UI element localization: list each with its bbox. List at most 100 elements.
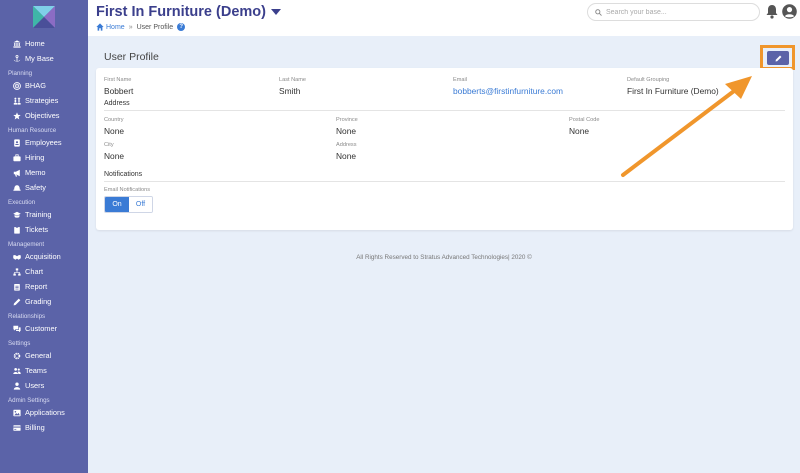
province-field: Province None [336, 117, 358, 136]
sidebar-item-label: General [25, 351, 52, 360]
home-icon [96, 23, 104, 31]
caret-down-icon[interactable] [270, 9, 281, 15]
user-account-icon[interactable] [782, 4, 797, 19]
last-name-value: Smith [279, 86, 301, 96]
search-input[interactable] [606, 8, 756, 16]
country-label: Country [104, 117, 124, 123]
app-title-dropdown[interactable]: First In Furniture (Demo) [96, 4, 281, 20]
email-link[interactable]: bobberts@firstinfurniture.com [453, 86, 563, 96]
sidebar-item-billing[interactable]: Billing [0, 420, 88, 435]
address-field: Address None [336, 142, 357, 161]
sidebar-section-title: Settings [8, 340, 31, 347]
edit-button[interactable] [767, 51, 789, 65]
breadcrumb-separator: » [128, 23, 133, 31]
sidebar-item-bhag[interactable]: BHAG [0, 78, 88, 93]
chess-icon [12, 96, 21, 105]
sidebar-item-customer[interactable]: Customer [0, 321, 88, 336]
sidebar-item-label: Home [25, 39, 45, 48]
gear-icon [12, 351, 21, 360]
sidebar-item-acquisition[interactable]: Acquisition [0, 249, 88, 264]
megaphone-icon [12, 168, 21, 177]
first-name-field: First Name Bobbert [104, 77, 133, 96]
anchor-icon [12, 54, 21, 63]
top-header: First In Furniture (Demo) Home » User Pr… [88, 0, 800, 36]
sidebar-item-label: Safety [25, 183, 46, 192]
help-icon[interactable]: ? [177, 23, 186, 31]
sidebar-item-label: Billing [25, 423, 45, 432]
sidebar-item-label: Applications [25, 408, 65, 417]
hardhat-icon [12, 183, 21, 192]
default-grouping-value: First In Furniture (Demo) [627, 86, 719, 96]
sidebar-item-label: Teams [25, 366, 47, 375]
breadcrumb-current: User Profile [136, 23, 174, 31]
city-field: City None [104, 142, 124, 161]
id-card-icon [12, 138, 21, 147]
org-chart-icon [12, 267, 21, 276]
email-notifications-toggle: On Off [104, 196, 153, 213]
sidebar-item-safety[interactable]: Safety [0, 180, 88, 195]
notifications-divider [104, 181, 785, 182]
sidebar-section-title: Management [8, 241, 45, 248]
sidebar: Home My Base Planning BHAG Strategies Objecti… [0, 0, 88, 473]
search-icon [595, 8, 602, 16]
last-name-field: Last Name Smith [279, 77, 306, 96]
address-section-title: Address [104, 100, 130, 107]
bullseye-icon [12, 81, 21, 90]
last-name-label: Last Name [279, 77, 307, 83]
app-title: First In Furniture (Demo) [96, 4, 266, 20]
sidebar-item-hiring[interactable]: Hiring [0, 150, 88, 165]
sidebar-item-label: Users [25, 381, 45, 390]
card-title: User Profile [104, 51, 159, 63]
email-label: Email [453, 77, 467, 83]
comments-icon [12, 324, 21, 333]
pencil-icon [12, 297, 21, 306]
sidebar-item-applications[interactable]: Applications [0, 405, 88, 420]
sidebar-item-label: Report [25, 282, 48, 291]
sidebar-item-memo[interactable]: Memo [0, 165, 88, 180]
footer-copyright: All Rights Reserved to Stratus Advanced … [356, 254, 532, 261]
edit-highlight [760, 45, 795, 70]
sidebar-item-label: Employees [25, 138, 62, 147]
sidebar-item-teams[interactable]: Teams [0, 363, 88, 378]
province-label: Province [336, 117, 358, 123]
logo[interactable] [33, 6, 55, 28]
sidebar-item-label: Memo [25, 168, 46, 177]
profile-card: First Name Bobbert Last Name Smith Email… [96, 68, 793, 230]
postal-code-label: Postal Code [569, 117, 600, 123]
sidebar-section-title: Admin Settings [8, 397, 50, 404]
sidebar-item-objectives[interactable]: Objectives [0, 108, 88, 123]
country-value: None [104, 126, 125, 136]
toggle-off-button[interactable]: Off [129, 197, 152, 212]
sidebar-item-chart[interactable]: Chart [0, 264, 88, 279]
sidebar-item-employees[interactable]: Employees [0, 135, 88, 150]
sidebar-nav: Home My Base Planning BHAG Strategies Objecti… [0, 36, 88, 435]
sidebar-item-users[interactable]: Users [0, 378, 88, 393]
sidebar-item-training[interactable]: Training [0, 207, 88, 222]
handshake-icon [12, 252, 21, 261]
credit-card-icon [12, 423, 21, 432]
sidebar-item-strategies[interactable]: Strategies [0, 93, 88, 108]
postal-code-field: Postal Code None [569, 117, 599, 136]
bell-icon[interactable] [765, 4, 779, 19]
sidebar-item-label: BHAG [25, 81, 46, 90]
country-field: Country None [104, 117, 124, 136]
users-icon [12, 366, 21, 375]
user-icon [12, 381, 21, 390]
sidebar-item-home[interactable]: Home [0, 36, 88, 51]
postal-code-value: None [569, 126, 590, 136]
briefcase-icon [12, 153, 21, 162]
sidebar-item-report[interactable]: Report [0, 279, 88, 294]
sidebar-item-tickets[interactable]: Tickets [0, 222, 88, 237]
address-value: None [336, 151, 357, 161]
sidebar-section-title: Human Resource [8, 127, 57, 134]
clipboard-icon [12, 225, 21, 234]
sidebar-item-general[interactable]: General [0, 348, 88, 363]
sidebar-item-label: Objectives [25, 111, 60, 120]
breadcrumb-home[interactable]: Home [96, 23, 125, 31]
graduation-cap-icon [12, 210, 21, 219]
province-value: None [336, 126, 357, 136]
search-box[interactable] [587, 3, 760, 21]
toggle-on-button[interactable]: On [105, 197, 129, 212]
sidebar-item-grading[interactable]: Grading [0, 294, 88, 309]
sidebar-item-my-base[interactable]: My Base [0, 51, 88, 66]
